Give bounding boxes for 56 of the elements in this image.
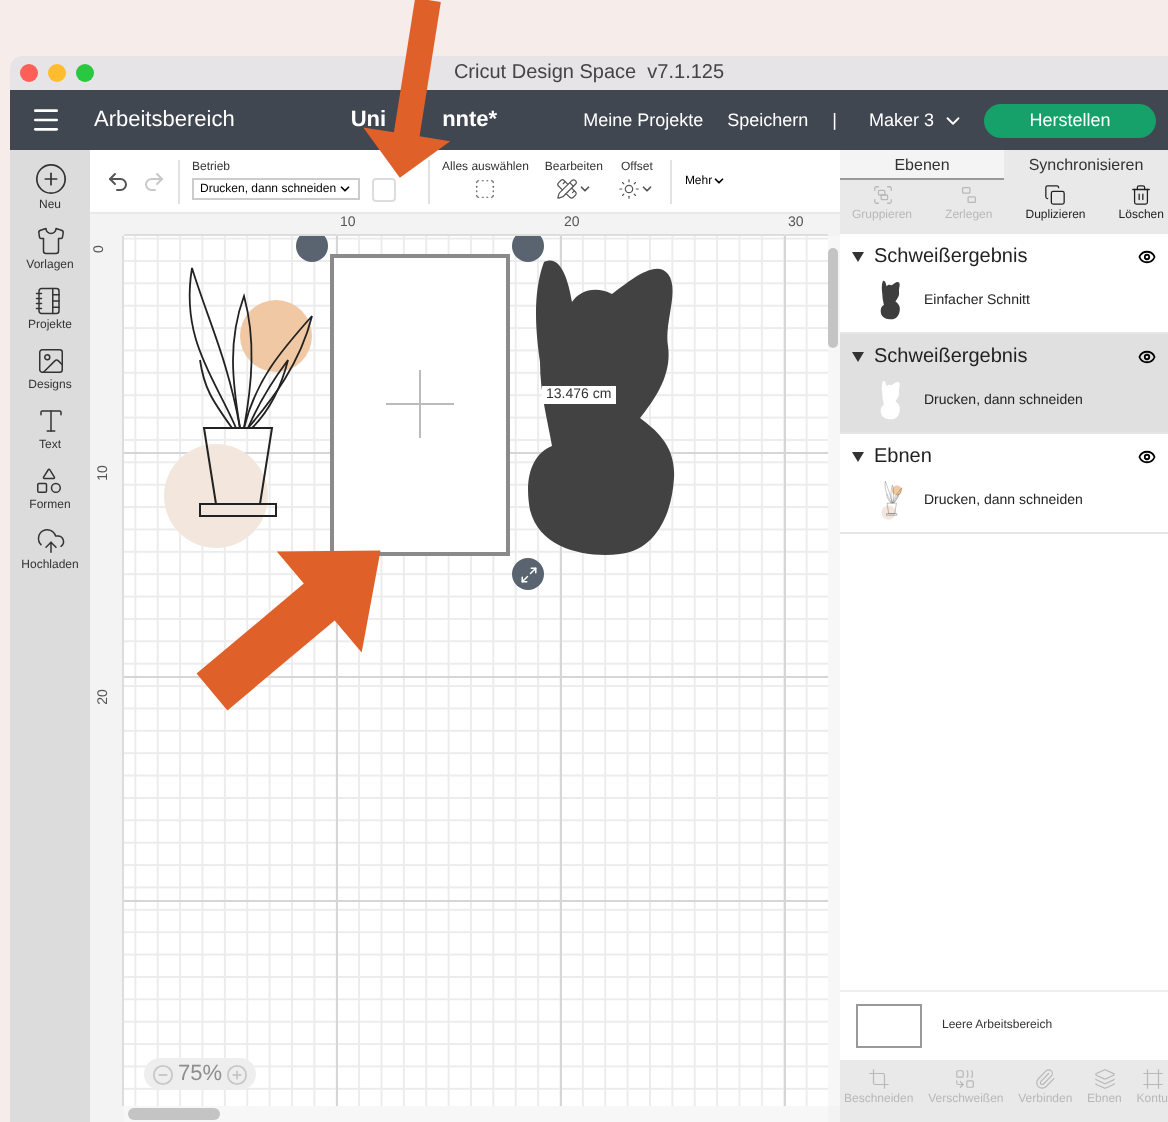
panel-tab[interactable]: Ebenen xyxy=(840,150,1004,180)
expand-caret-icon[interactable] xyxy=(852,451,864,461)
layers-icon xyxy=(1093,1068,1116,1090)
machine-label[interactable]: Maker 3 xyxy=(868,110,934,130)
expand-caret-icon[interactable] xyxy=(852,351,864,361)
caret-icon xyxy=(712,174,727,188)
ungroup-icon xyxy=(957,184,980,206)
trash-icon xyxy=(1130,184,1153,206)
header-link[interactable]: Speichern xyxy=(727,110,809,130)
crop-icon xyxy=(867,1068,890,1090)
cloud-upload-icon xyxy=(35,526,65,556)
separator-text: | xyxy=(832,110,837,130)
plant-icon xyxy=(880,480,904,520)
image-icon xyxy=(35,346,65,376)
layer-group-title: Schweißergebnis xyxy=(874,345,1028,367)
new-icon xyxy=(33,162,67,196)
layer-group-title: Schweißergebnis xyxy=(874,245,1028,267)
expand-caret-icon[interactable] xyxy=(852,251,864,261)
header-link[interactable]: Meine Projekte xyxy=(583,110,704,130)
pencil-ruler-icon xyxy=(555,178,578,200)
notebook-icon xyxy=(34,286,65,316)
selection-box[interactable] xyxy=(330,254,510,556)
project-title: nnte* xyxy=(442,108,498,132)
group-icon xyxy=(871,184,894,206)
cat-silhouette-icon xyxy=(880,380,904,420)
crosshair-icon xyxy=(386,370,454,438)
workspace-label: Arbeitsbereich xyxy=(94,108,235,132)
combine-icon xyxy=(954,1068,977,1090)
cat-silhouette-icon xyxy=(880,280,904,320)
caret-icon xyxy=(338,182,353,196)
scrollbar-thumb[interactable] xyxy=(828,248,838,348)
select-all-icon xyxy=(474,178,497,200)
eye-icon[interactable] xyxy=(1138,447,1156,465)
shirt-icon xyxy=(35,226,65,256)
frame-icon xyxy=(1141,1068,1164,1090)
scrollbar-thumb[interactable] xyxy=(128,1108,220,1120)
copy-icon xyxy=(1044,184,1067,206)
handle[interactable] xyxy=(512,236,544,262)
paperclip-icon xyxy=(1034,1068,1057,1090)
caret-icon xyxy=(577,182,592,196)
shapes-icon xyxy=(34,466,65,496)
zoom-level: 75% xyxy=(178,1062,223,1086)
menu-icon[interactable] xyxy=(30,104,62,136)
handle[interactable] xyxy=(296,236,328,262)
eye-icon[interactable] xyxy=(1138,347,1156,365)
canvas-color-swatch[interactable] xyxy=(856,1004,922,1048)
layer-group-title: Ebnen xyxy=(874,445,932,467)
eye-icon[interactable] xyxy=(1138,247,1156,265)
color-swatch[interactable] xyxy=(372,177,397,201)
sun-icon xyxy=(618,178,641,200)
project-title: Uni xyxy=(350,108,387,132)
undo-icon[interactable] xyxy=(106,169,130,193)
window-title: Cricut Design Space v7.1.125 xyxy=(453,62,725,84)
text-icon xyxy=(35,406,65,436)
resize-handle[interactable] xyxy=(512,558,544,590)
caret-icon xyxy=(640,182,655,196)
